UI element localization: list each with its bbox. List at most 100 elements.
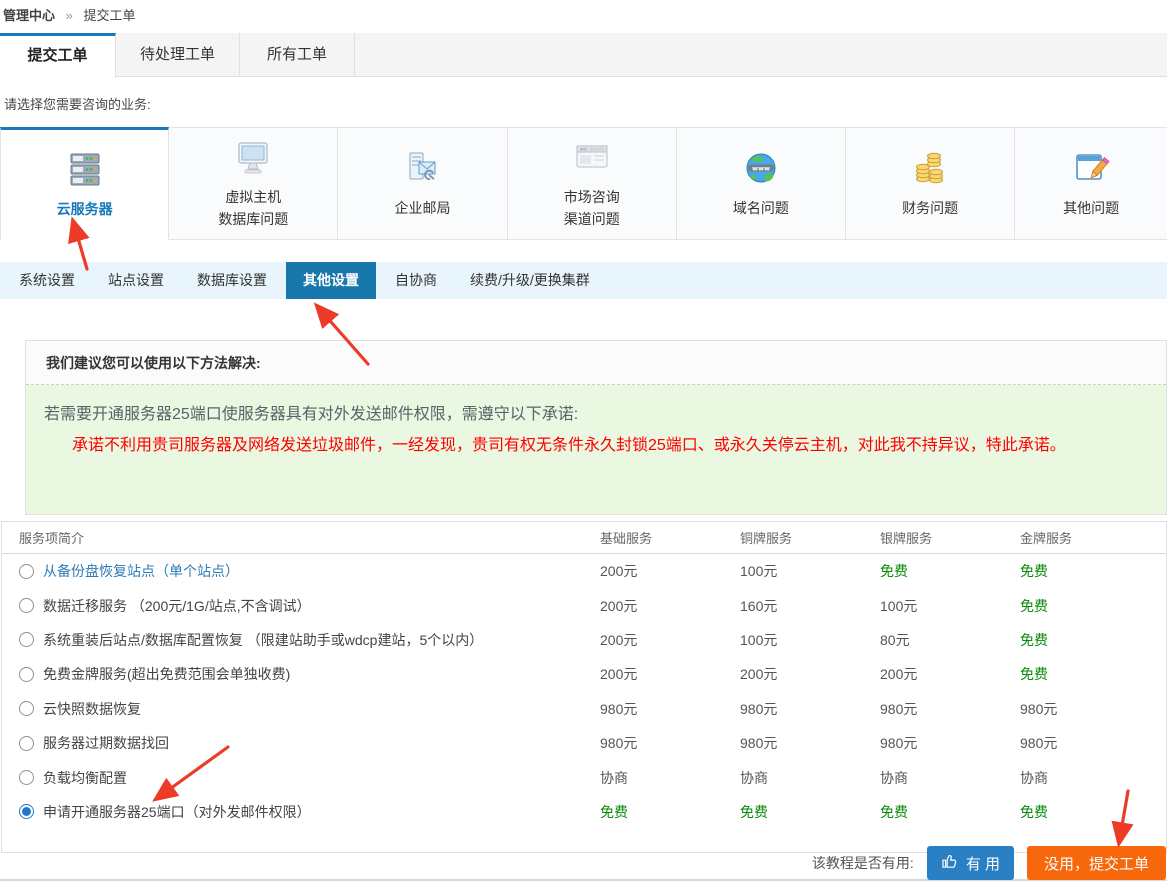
price-table: 服务项简介基础服务铜牌服务银牌服务金牌服务 从备份盘恢复站点（单个站点） 200元… [1, 521, 1167, 853]
price-cell: 980元 [740, 699, 880, 719]
service-radio[interactable] [19, 770, 34, 785]
category-vps-db[interactable]: 虚拟主机数据库问题 [169, 127, 338, 240]
category-cloud-server[interactable]: 云服务器 [0, 127, 169, 240]
service-categories: 云服务器 虚拟主机数据库问题 企业邮局 市场咨询渠道问题 www 域名问题 财务问题其他问题 [0, 127, 1167, 240]
price-table-body: 从备份盘恢复站点（单个站点）200元100元免费免费数据迁移服务 （200元/1… [2, 554, 1166, 829]
breadcrumb-root[interactable]: 管理中心 [3, 8, 55, 23]
breadcrumb: 管理中心 » 提交工单 [3, 5, 136, 24]
price-cell: 协商 [600, 768, 740, 788]
service-prompt: 请选择您需要咨询的业务: [4, 94, 151, 113]
service-row: 免费金牌服务(超出免费范围会单独收费)200元200元200元免费 [2, 657, 1166, 691]
price-cell: 免费 [880, 561, 1020, 581]
service-option[interactable]: 从备份盘恢复站点（单个站点） [2, 561, 600, 581]
service-name: 申请开通服务器25端口（对外发邮件权限） [43, 802, 311, 822]
subtab-renew[interactable]: 续费/升级/更换集群 [456, 262, 604, 299]
service-option[interactable]: 数据迁移服务 （200元/1G/站点,不含调试） [2, 596, 600, 616]
price-cell: 200元 [600, 596, 740, 616]
service-option[interactable]: 负载均衡配置 [2, 768, 600, 788]
price-cell: 协商 [740, 768, 880, 788]
price-cell: 100元 [740, 561, 880, 581]
breadcrumb-separator-icon: » [66, 8, 73, 23]
subtab-negotiate[interactable]: 自协商 [381, 262, 451, 299]
useful-button[interactable]: 有 用 [927, 846, 1014, 880]
price-cell: 980元 [600, 733, 740, 753]
service-name: 免费金牌服务(超出免费范围会单独收费) [43, 664, 290, 684]
column-header: 服务项简介 [2, 528, 600, 547]
price-cell: 协商 [1020, 768, 1160, 788]
price-cell: 980元 [1020, 699, 1160, 719]
category-label: 市场咨询渠道问题 [564, 186, 620, 230]
column-header: 金牌服务 [1020, 528, 1160, 547]
column-header: 铜牌服务 [740, 528, 880, 547]
category-label: 企业邮局 [395, 197, 451, 219]
submit-ticket-button-label: 没用，提交工单 [1044, 853, 1149, 874]
column-header: 银牌服务 [880, 528, 1020, 547]
service-option[interactable]: 服务器过期数据找回 [2, 733, 600, 753]
price-cell: 160元 [740, 596, 880, 616]
price-cell: 免费 [1020, 596, 1160, 616]
service-option[interactable]: 云快照数据恢复 [2, 699, 600, 719]
price-cell: 免费 [1020, 630, 1160, 650]
price-cell: 80元 [880, 630, 1020, 650]
service-option[interactable]: 申请开通服务器25端口（对外发邮件权限） [2, 802, 600, 822]
service-option[interactable]: 系统重装后站点/数据库配置恢复 （限建站助手或wdcp建站，5个以内） [2, 630, 600, 650]
service-radio[interactable] [19, 804, 34, 819]
coins-icon [907, 149, 953, 191]
category-label: 虚拟主机数据库问题 [218, 186, 288, 230]
service-radio[interactable] [19, 632, 34, 647]
category-other[interactable]: 其他问题 [1015, 127, 1167, 240]
service-radio[interactable] [19, 564, 34, 579]
service-row: 数据迁移服务 （200元/1G/站点,不含调试）200元160元100元免费 [2, 588, 1166, 622]
service-row: 负载均衡配置协商协商协商协商 [2, 760, 1166, 794]
price-cell: 100元 [740, 630, 880, 650]
service-name: 数据迁移服务 （200元/1G/站点,不含调试） [43, 596, 311, 616]
category-label: 域名问题 [733, 197, 789, 219]
price-cell: 980元 [880, 699, 1020, 719]
notice-warning-text: 承诺不利用贵司服务器及网络发送垃圾邮件，一经发现，贵司有权无条件永久封锁25端口… [44, 430, 1148, 461]
category-domain[interactable]: www 域名问题 [677, 127, 846, 240]
category-label: 云服务器 [57, 198, 113, 220]
mail-server-icon [400, 149, 446, 191]
service-name: 云快照数据恢复 [43, 699, 141, 719]
price-cell: 免费 [880, 802, 1020, 822]
monitor-icon [230, 138, 276, 180]
edit-icon [1068, 149, 1114, 191]
category-market[interactable]: 市场咨询渠道问题 [508, 127, 677, 240]
price-cell: 200元 [600, 561, 740, 581]
service-name: 服务器过期数据找回 [43, 733, 169, 753]
category-mail[interactable]: 企业邮局 [338, 127, 507, 240]
service-row: 从备份盘恢复站点（单个站点）200元100元免费免费 [2, 554, 1166, 588]
service-name: 系统重装后站点/数据库配置恢复 （限建站助手或wdcp建站，5个以内） [43, 630, 483, 650]
category-finance[interactable]: 财务问题 [846, 127, 1015, 240]
price-cell: 免费 [1020, 561, 1160, 581]
globe-icon: www [738, 149, 784, 191]
tab-pending[interactable]: 待处理工单 [116, 33, 240, 77]
suggestion-title: 我们建议您可以使用以下方法解决: [26, 341, 1166, 385]
submit-ticket-button[interactable]: 没用，提交工单 [1027, 846, 1166, 880]
tab-submit[interactable]: 提交工单 [0, 33, 116, 78]
subtab-other[interactable]: 其他设置 [286, 262, 376, 299]
notice-panel: 若需要开通服务器25端口使服务器具有对外发送邮件权限，需遵守以下承诺: 承诺不利… [26, 385, 1166, 514]
service-radio[interactable] [19, 701, 34, 716]
service-radio[interactable] [19, 667, 34, 682]
service-option[interactable]: 免费金牌服务(超出免费范围会单独收费) [2, 664, 600, 684]
column-header: 基础服务 [600, 528, 740, 547]
tabbar: 提交工单待处理工单所有工单 [0, 33, 1167, 77]
service-name[interactable]: 从备份盘恢复站点（单个站点） [43, 561, 239, 581]
subtab-site[interactable]: 站点设置 [94, 262, 178, 299]
service-radio[interactable] [19, 736, 34, 751]
price-cell: 协商 [880, 768, 1020, 788]
subtab-system[interactable]: 系统设置 [5, 262, 89, 299]
tabbar-filler [355, 33, 1167, 76]
tab-all[interactable]: 所有工单 [240, 33, 355, 77]
service-radio[interactable] [19, 598, 34, 613]
price-cell: 免费 [740, 802, 880, 822]
service-name: 负载均衡配置 [43, 768, 127, 788]
price-cell: 980元 [600, 699, 740, 719]
browser-icon [569, 138, 615, 180]
feedback-question: 该教程是否有用: [812, 853, 914, 873]
price-cell: 980元 [880, 733, 1020, 753]
subtab-database[interactable]: 数据库设置 [183, 262, 281, 299]
price-cell: 200元 [880, 664, 1020, 684]
breadcrumb-current: 提交工单 [84, 8, 136, 23]
